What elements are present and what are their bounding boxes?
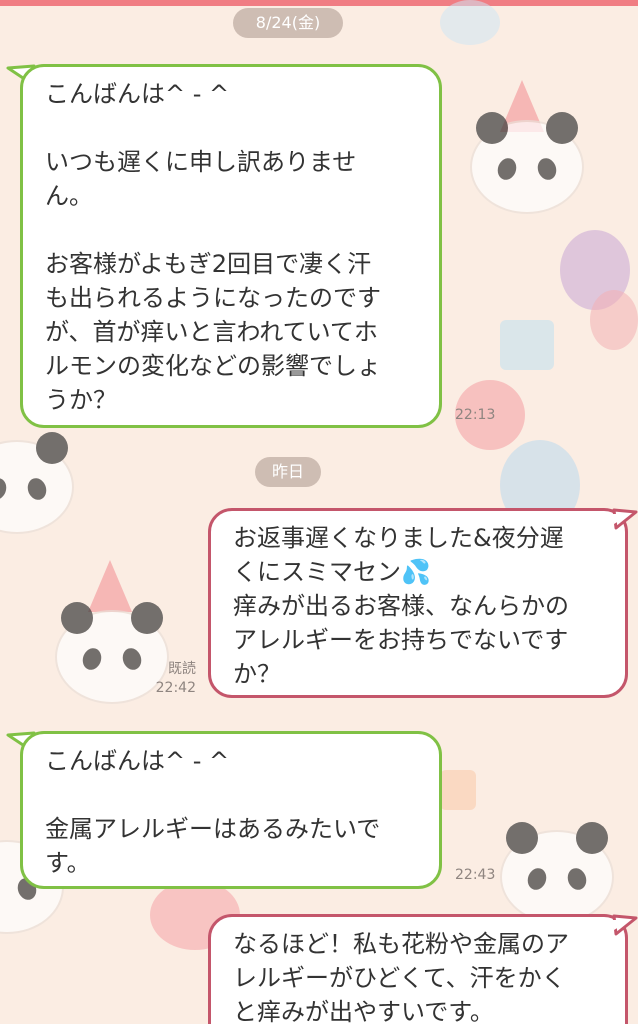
outgoing-bubble-tail: [612, 914, 638, 936]
gift-box-decoration: [440, 770, 476, 810]
panda-decoration: [470, 112, 584, 214]
balloon-decoration: [590, 290, 638, 350]
gift-box-decoration: [500, 320, 554, 370]
message-timestamp: 22:42: [155, 680, 196, 696]
date-separator: 8/24(金): [233, 8, 343, 38]
date-separator: 昨日: [255, 457, 321, 487]
outgoing-bubble-tail: [612, 508, 638, 530]
outgoing-message-bubble[interactable]: お返事遅くなりました&夜分遅 くにスミマセン💦 痒みが出るお客様、なんらかの ア…: [208, 508, 628, 698]
incoming-message-bubble[interactable]: こんばんは^ - ^ いつも遅くに申し訳ありませ ん。 お客様がよもぎ2回目で凄…: [20, 64, 442, 428]
panda-decoration: [0, 432, 74, 534]
outgoing-message-bubble[interactable]: なるほど！私も花粉や金属のア レルギーがひどくて、汗をかく と痒みが出やすいです…: [208, 914, 628, 1024]
message-timestamp: 22:43: [455, 867, 496, 883]
panda-decoration: [500, 822, 614, 924]
party-hat-decoration: [88, 560, 132, 612]
message-timestamp: 22:13: [455, 407, 496, 423]
read-receipt: 既読: [168, 661, 196, 677]
incoming-message-bubble[interactable]: こんばんは^ - ^ 金属アレルギーはあるみたいで す。: [20, 731, 442, 889]
balloon-decoration: [440, 0, 500, 45]
